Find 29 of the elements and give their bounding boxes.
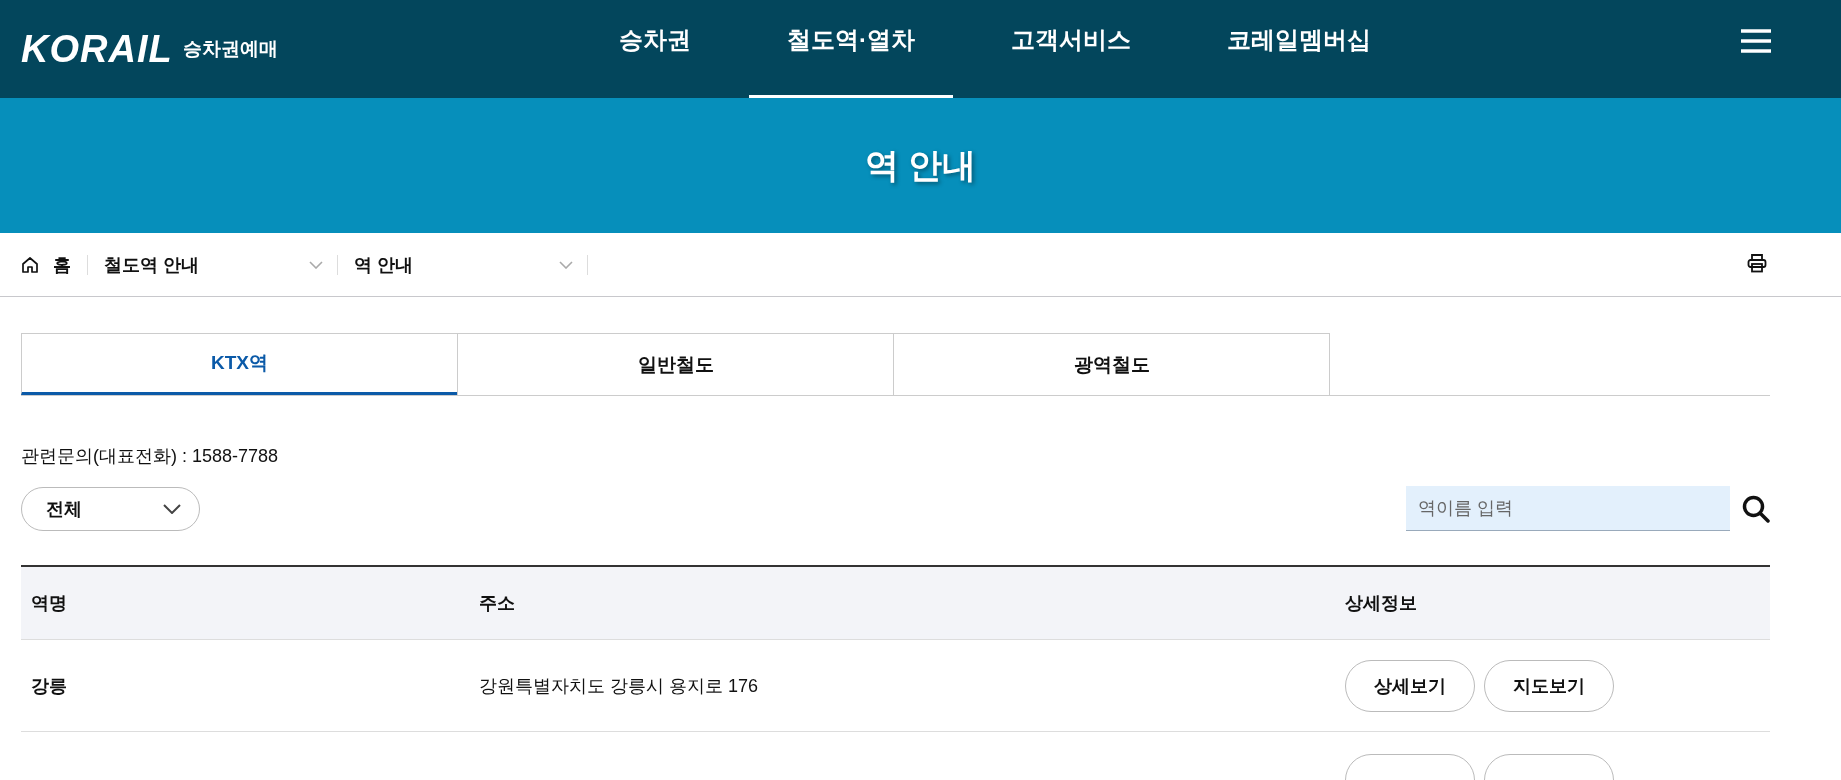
home-icon[interactable] [21,255,39,274]
station-address: 강원특별자치도 강릉시 용지로 176 [479,639,1345,732]
detail-button[interactable]: 상세보기 [1345,659,1475,712]
chevron-down-icon [559,260,573,269]
filter-dropdown[interactable]: 전체 [21,486,200,531]
chevron-down-icon [309,260,323,269]
nav-item[interactable]: 코레일멤버십 [1189,0,1409,98]
chevron-down-icon [163,503,181,514]
search-icon[interactable] [1742,494,1770,523]
tab[interactable]: 광역철도 [893,333,1330,395]
column-header: 상세정보 [1345,566,1770,640]
station-name: 강릉 [21,639,479,732]
menu-icon[interactable] [1740,28,1772,54]
logo[interactable]: KORAIL [21,27,173,71]
breadcrumb-dropdown[interactable]: 역 안내 [338,254,588,275]
tab[interactable]: KTX역 [21,333,458,395]
detail-button[interactable]: 지도보기 [1484,659,1614,712]
tab[interactable]: 일반철도 [457,333,894,395]
breadcrumb-home[interactable]: 홈 [53,252,71,277]
breadcrumb-dropdown[interactable]: 철도역 안내 [88,254,338,275]
logo-subtitle: 승차권예매 [182,37,278,61]
search-field[interactable]: 역이름 입력 [1406,486,1730,531]
inquiry-text: 관련문의(대표전화) : 1588-7788 [21,445,280,468]
page-title: 역 안내 [864,144,977,186]
nav-item[interactable]: 고객서비스 [973,0,1169,98]
nav-item[interactable]: 승차권 [581,0,729,98]
column-header: 역명 [21,566,479,640]
column-header: 주소 [479,566,1345,640]
print-icon[interactable] [1747,253,1767,273]
